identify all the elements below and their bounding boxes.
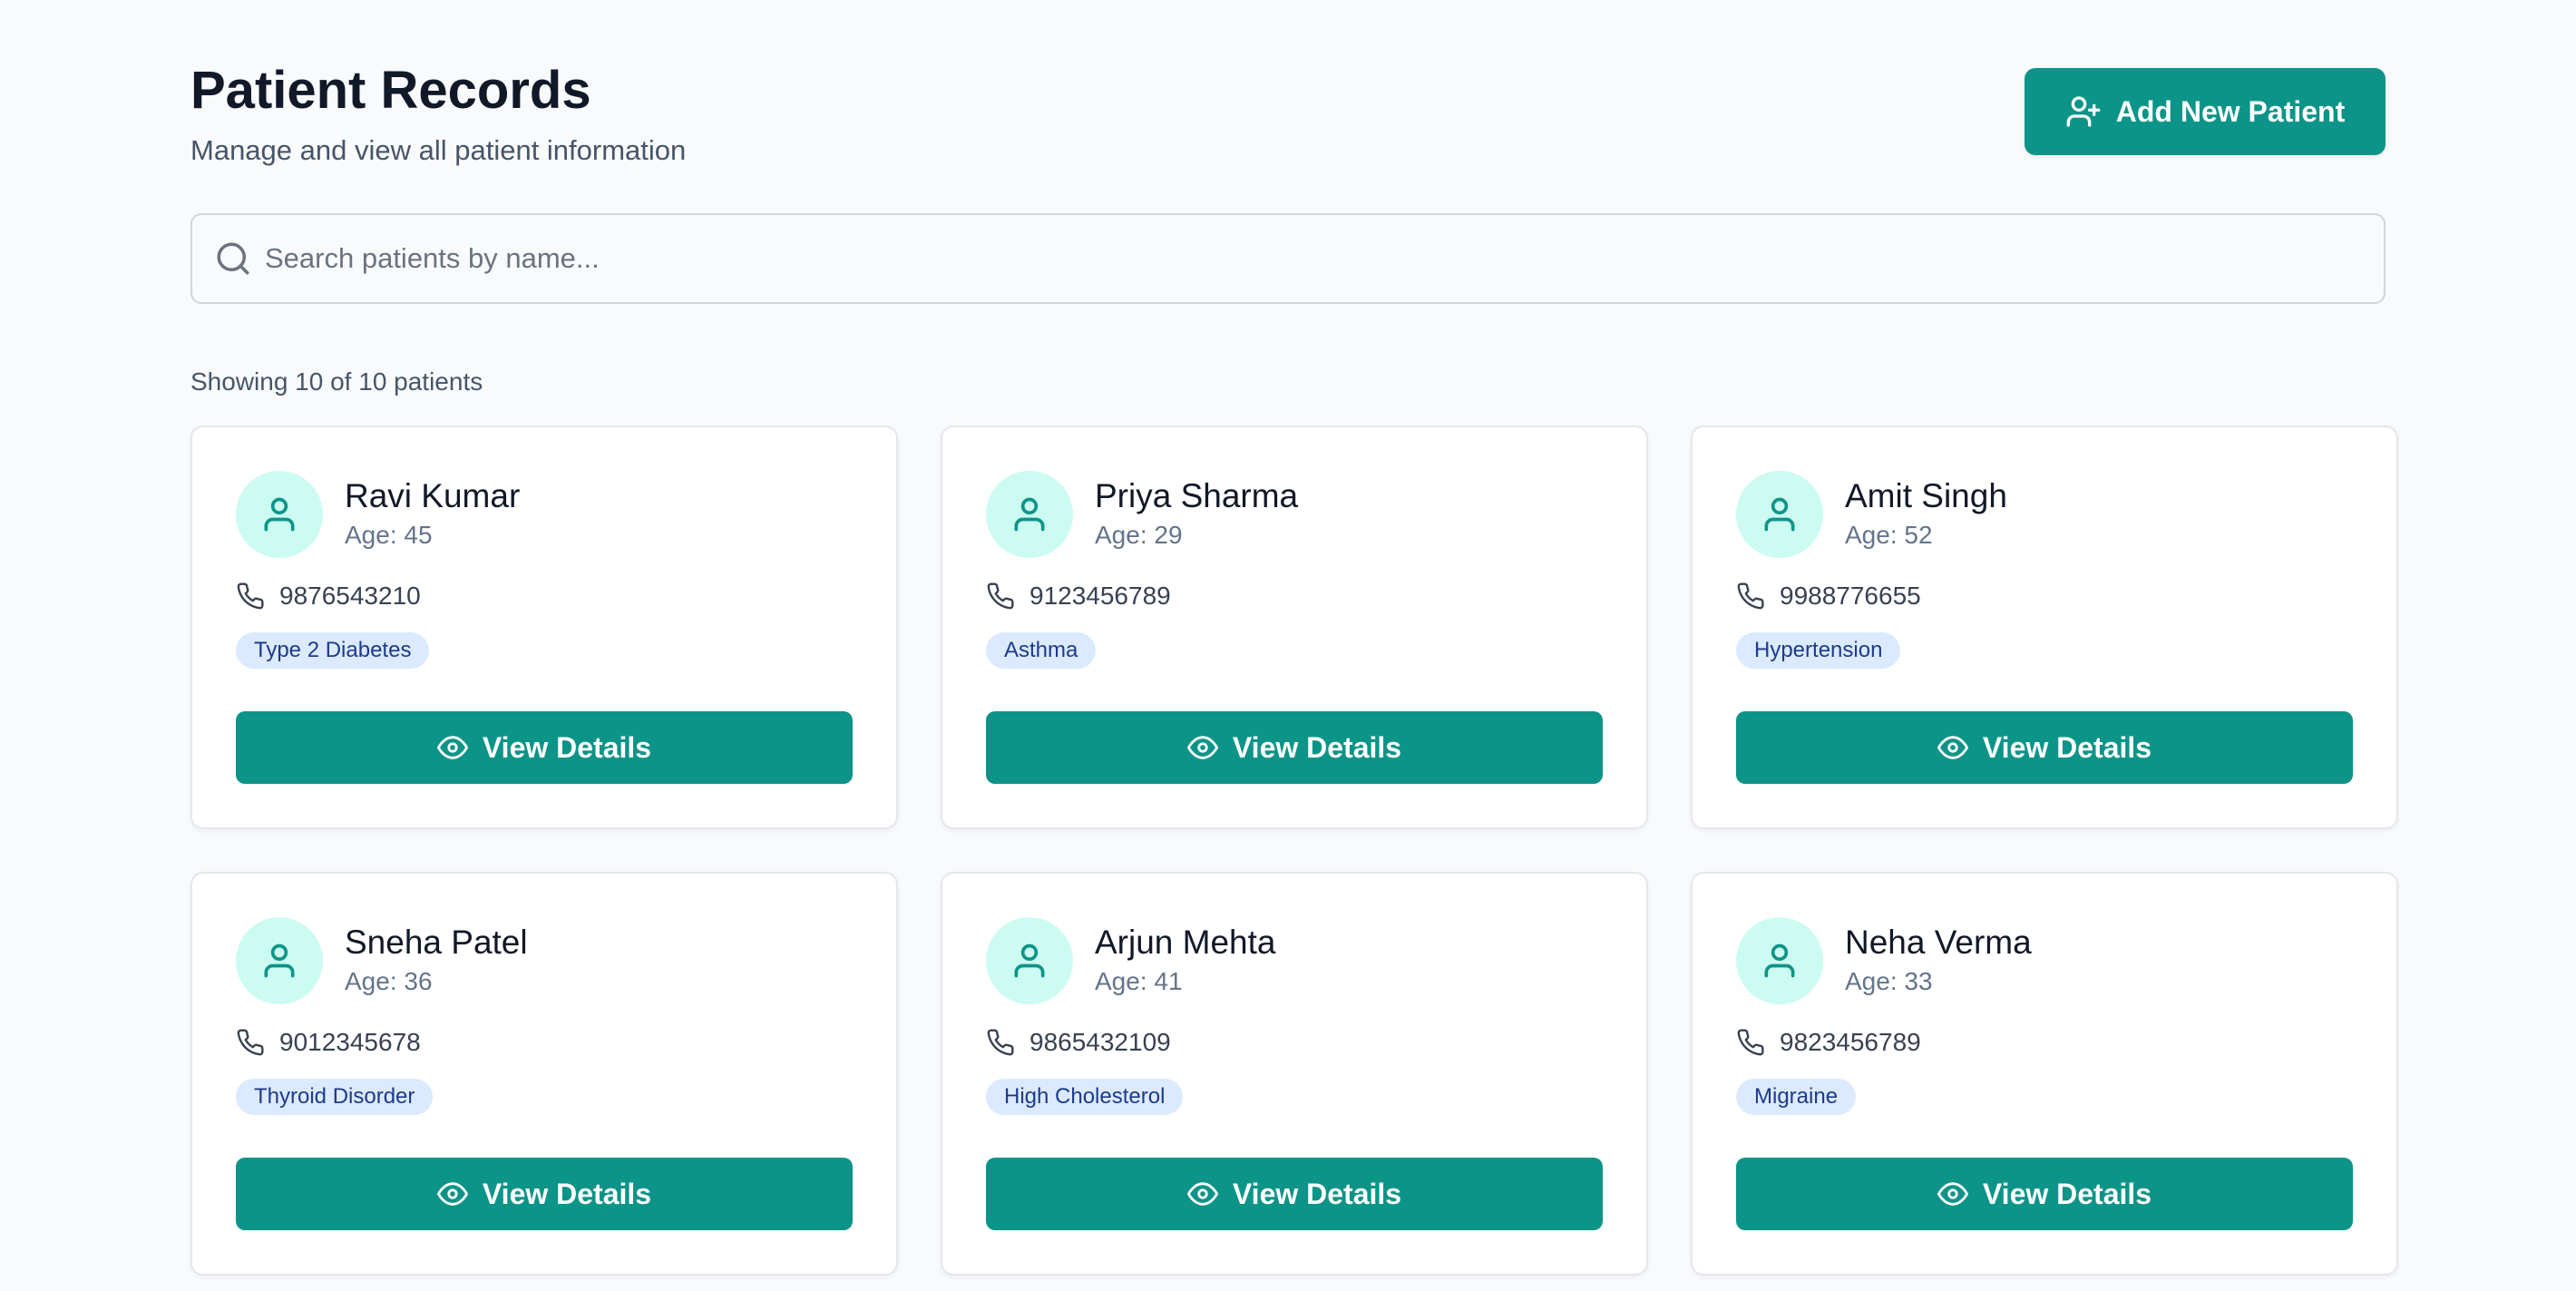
patient-age: Age: 45 (345, 521, 433, 549)
patient-card-header: Sneha Patel Age: 36 (236, 917, 853, 1004)
phone-icon (1737, 1029, 1764, 1056)
view-details-button[interactable]: View Details (236, 1158, 853, 1230)
condition-badge: Hypertension (1736, 632, 1901, 669)
patient-card-header: Priya Sharma Age: 29 (986, 471, 1603, 558)
view-details-label: View Details (1232, 1177, 1402, 1210)
patient-name: Amit Singh (1845, 477, 2007, 514)
add-new-patient-button[interactable]: Add New Patient (2025, 68, 2386, 155)
patient-grid: Ravi Kumar Age: 45 9876543210 Type 2 Dia… (190, 425, 2398, 1276)
patient-card: Neha Verma Age: 33 9823456789 Migraine V… (1691, 872, 2398, 1276)
patient-age: Age: 52 (1845, 521, 1933, 549)
condition-badge: High Cholesterol (986, 1079, 1184, 1115)
user-icon (1764, 944, 1795, 978)
view-details-label: View Details (482, 730, 652, 764)
condition-badge: Thyroid Disorder (236, 1079, 434, 1115)
patient-card: Priya Sharma Age: 29 9123456789 Asthma V… (941, 425, 1648, 829)
patient-card-header: Neha Verma Age: 33 (1736, 917, 2353, 1004)
page-subtitle: Manage and view all patient information (190, 134, 687, 166)
patient-card: Amit Singh Age: 52 9988776655 Hypertensi… (1691, 425, 2398, 829)
patient-phone: 9876543210 (236, 582, 853, 611)
search-icon (217, 242, 249, 275)
view-details-label: View Details (1982, 1177, 2152, 1210)
patient-card-header: Ravi Kumar Age: 45 (236, 471, 853, 558)
patient-identity: Priya Sharma Age: 29 (1095, 475, 1298, 553)
eye-icon (436, 736, 468, 759)
add-new-patient-label: Add New Patient (2115, 94, 2346, 128)
patient-name: Sneha Patel (345, 924, 528, 961)
patient-phone: 9988776655 (1736, 582, 2353, 611)
phone-icon (987, 1029, 1014, 1056)
patient-identity: Ravi Kumar Age: 45 (345, 475, 520, 553)
phone-icon (237, 1029, 264, 1056)
user-icon (264, 944, 295, 978)
patient-identity: Amit Singh Age: 52 (1845, 475, 2007, 553)
search-input[interactable] (265, 215, 2384, 302)
user-plus-icon (2066, 96, 2101, 127)
patient-phone: 9865432109 (986, 1028, 1603, 1057)
patient-phone: 9012345678 (236, 1028, 853, 1057)
eye-icon (1937, 736, 1968, 759)
phone-icon (987, 582, 1014, 610)
view-details-button[interactable]: View Details (986, 711, 1603, 784)
patient-card-header: Arjun Mehta Age: 41 (986, 917, 1603, 1004)
patient-card: Ravi Kumar Age: 45 9876543210 Type 2 Dia… (190, 425, 898, 829)
avatar (986, 471, 1073, 558)
phone-number: 9123456789 (1029, 582, 1171, 610)
page-title: Patient Records (190, 61, 591, 120)
avatar (236, 917, 323, 1004)
phone-number: 9012345678 (279, 1028, 421, 1056)
patient-phone: 9123456789 (986, 582, 1603, 611)
patient-card-header: Amit Singh Age: 52 (1736, 471, 2353, 558)
patient-age: Age: 36 (345, 967, 433, 995)
eye-icon (1186, 1182, 1218, 1206)
condition-badge: Type 2 Diabetes (236, 632, 430, 669)
user-icon (1764, 497, 1795, 532)
avatar (1736, 917, 1823, 1004)
user-icon (1014, 944, 1045, 978)
phone-number: 9988776655 (1780, 582, 1921, 610)
view-details-button[interactable]: View Details (236, 711, 853, 784)
search-bar (190, 213, 2386, 304)
patient-age: Age: 33 (1845, 967, 1933, 995)
view-details-button[interactable]: View Details (986, 1158, 1603, 1230)
patient-count: Showing 10 of 10 patients (190, 367, 483, 396)
patient-name: Arjun Mehta (1095, 924, 1276, 961)
avatar (236, 471, 323, 558)
patient-card: Arjun Mehta Age: 41 9865432109 High Chol… (941, 872, 1648, 1276)
view-details-label: View Details (1232, 730, 1402, 764)
phone-icon (237, 582, 264, 610)
condition-badge: Migraine (1736, 1079, 1857, 1115)
eye-icon (436, 1182, 468, 1206)
phone-number: 9865432109 (1029, 1028, 1171, 1056)
view-details-label: View Details (482, 1177, 652, 1210)
patient-age: Age: 29 (1095, 521, 1183, 549)
patient-identity: Neha Verma Age: 33 (1845, 922, 2032, 1000)
avatar (986, 917, 1073, 1004)
user-icon (1014, 497, 1045, 532)
user-icon (264, 497, 295, 532)
patient-records-page: Patient Records Manage and view all pati… (0, 0, 2576, 1291)
patient-card: Sneha Patel Age: 36 9012345678 Thyroid D… (190, 872, 898, 1276)
patient-identity: Sneha Patel Age: 36 (345, 922, 528, 1000)
patient-phone: 9823456789 (1736, 1028, 2353, 1057)
view-details-label: View Details (1982, 730, 2152, 764)
avatar (1736, 471, 1823, 558)
phone-number: 9876543210 (279, 582, 421, 610)
eye-icon (1937, 1182, 1968, 1206)
page-header: Patient Records Manage and view all pati… (190, 0, 2386, 213)
patient-identity: Arjun Mehta Age: 41 (1095, 922, 1276, 1000)
patient-name: Neha Verma (1845, 924, 2032, 961)
eye-icon (1186, 736, 1218, 759)
phone-number: 9823456789 (1780, 1028, 1921, 1056)
patient-age: Age: 41 (1095, 967, 1183, 995)
condition-badge: Asthma (986, 632, 1097, 669)
view-details-button[interactable]: View Details (1736, 1158, 2353, 1230)
patient-name: Priya Sharma (1095, 477, 1299, 514)
phone-icon (1737, 582, 1764, 610)
patient-name: Ravi Kumar (345, 477, 521, 514)
view-details-button[interactable]: View Details (1736, 711, 2353, 784)
